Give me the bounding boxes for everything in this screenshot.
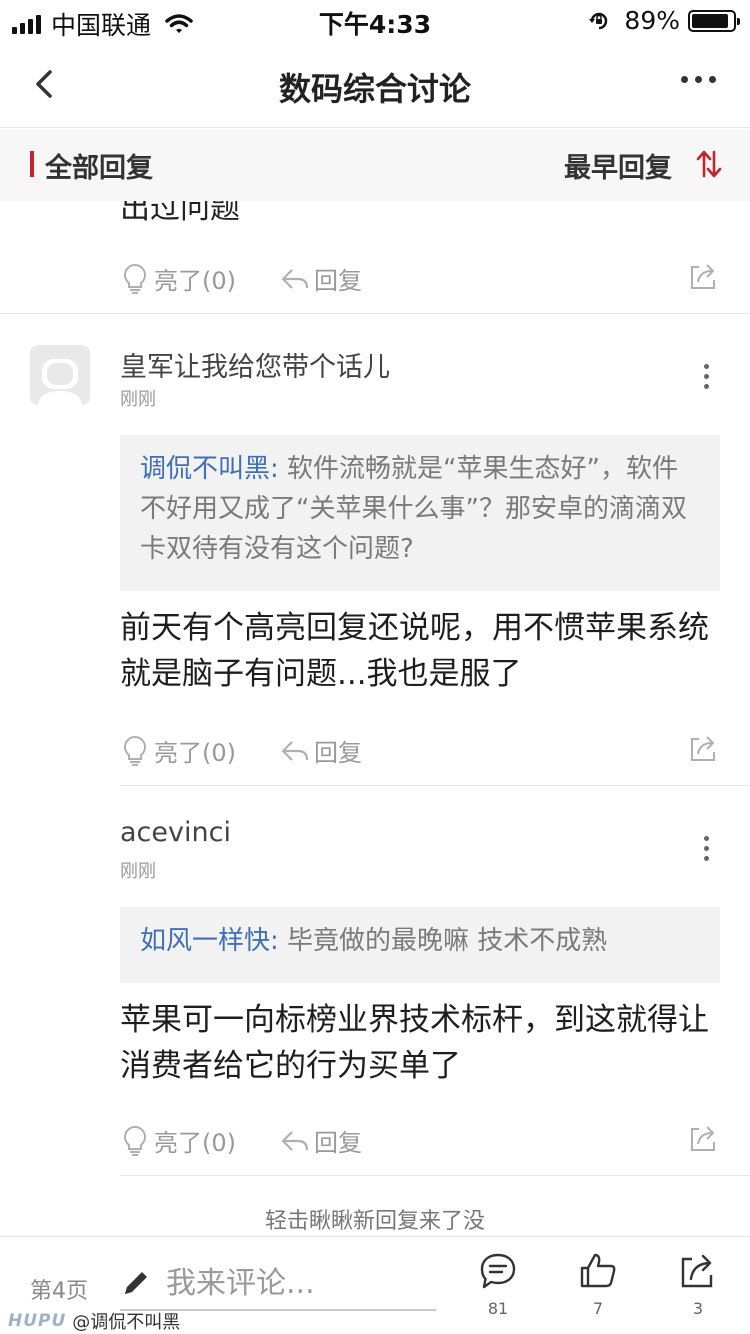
- carrier-label: 中国联通: [51, 11, 152, 40]
- battery-icon: [688, 9, 740, 32]
- post-time: 刚刚: [120, 389, 156, 410]
- reply-button[interactable]: 回复: [280, 261, 362, 296]
- post-actions: 亮了(0) 回复: [120, 733, 730, 773]
- wifi-icon: [165, 14, 193, 33]
- reply-body: 前天有个高亮回复还说呢，用不惯苹果系统就是脑子有问题...我也是服了: [120, 610, 709, 692]
- reply-button[interactable]: 回复: [280, 1123, 362, 1158]
- comment-input[interactable]: [120, 1257, 436, 1311]
- share-icon: [691, 1126, 715, 1151]
- more-vertical-icon[interactable]: [704, 364, 710, 389]
- light-button[interactable]: 亮了(0): [120, 733, 236, 768]
- thumbs-up-icon: [580, 1253, 616, 1288]
- page-title: 数码综合讨论: [278, 70, 471, 108]
- nav-bar: 数码综合讨论: [0, 40, 750, 128]
- lightbulb-icon: [124, 1125, 146, 1156]
- post-divider: [120, 785, 750, 786]
- quoted-reply[interactable]: 如风一样快: 毕竟做的最晚嘛 技术不成熟: [120, 907, 720, 983]
- username[interactable]: acevinci: [120, 817, 231, 848]
- reply-list: 出过问题 亮了(0) 回复 皇军让我给您带个话儿 刚刚 调侃不叫黑: 软件流畅就…: [0, 201, 750, 1235]
- quote-text: 毕竟做的最晚嘛 技术不成熟: [278, 926, 608, 956]
- reply-arrow-icon: [281, 268, 309, 289]
- share-icon: [691, 736, 715, 761]
- light-label: 亮了(0): [154, 267, 236, 295]
- quote-author[interactable]: 调侃不叫黑:: [140, 454, 279, 484]
- hupu-logo: HUPU: [8, 1311, 67, 1331]
- comments-count: 81: [487, 1299, 509, 1318]
- more-vertical-icon[interactable]: [704, 836, 710, 861]
- share-button[interactable]: [688, 261, 722, 291]
- lightbulb-icon: [124, 735, 146, 766]
- light-label: 亮了(0): [154, 739, 236, 767]
- reply-arrow-icon: [281, 740, 309, 761]
- share-icon: [691, 264, 715, 289]
- watermark-text: @调侃不叫黑: [72, 1312, 181, 1333]
- previous-post-actions: 亮了(0) 回复: [120, 261, 730, 301]
- status-bar: 中国联通 下午4:33 89%: [0, 0, 750, 40]
- share-count: 3: [692, 1299, 704, 1318]
- post-actions: 亮了(0) 回复: [120, 1123, 730, 1163]
- lightbulb-icon: [124, 263, 146, 294]
- username[interactable]: 皇军让我给您带个话儿: [120, 345, 390, 384]
- reply-body: 苹果可一向标榜业界技术标杆，到这就得让消费者给它的行为买单了: [120, 1002, 709, 1084]
- light-label: 亮了(0): [154, 1129, 236, 1157]
- reply-arrow-icon: [281, 1130, 309, 1151]
- reply-label: 回复: [314, 739, 362, 767]
- previous-post-text: 出过问题: [120, 201, 240, 226]
- post-divider: [0, 313, 750, 314]
- comments-button[interactable]: 81: [468, 1251, 528, 1318]
- load-new-replies-link[interactable]: 轻击瞅瞅新回复来了没: [0, 1203, 750, 1235]
- all-replies-label: 全部回复: [45, 153, 153, 184]
- light-button[interactable]: 亮了(0): [120, 261, 236, 296]
- like-button[interactable]: 7: [568, 1251, 628, 1318]
- status-right: 89%: [588, 6, 740, 35]
- quoted-reply[interactable]: 调侃不叫黑: 软件流畅就是“苹果生态好”，软件不好用又成了“关苹果什么事”？那安…: [120, 435, 720, 591]
- share-button[interactable]: [688, 733, 722, 763]
- section-accent-bar: [30, 151, 34, 177]
- watermark: HUPU @调侃不叫黑: [8, 1308, 180, 1334]
- more-horizontal-icon[interactable]: [681, 76, 716, 83]
- section-header: 全部回复 最早回复: [0, 129, 750, 201]
- post-time: 刚刚: [120, 861, 156, 882]
- share-button[interactable]: [688, 1123, 722, 1153]
- reply-label: 回复: [314, 267, 362, 295]
- signal-icon: [12, 14, 41, 34]
- reply-button[interactable]: 回复: [280, 733, 362, 768]
- light-button[interactable]: 亮了(0): [120, 1123, 236, 1158]
- reply-label: 回复: [314, 1129, 362, 1157]
- sort-toggle-icon[interactable]: [696, 149, 722, 179]
- quote-author[interactable]: 如风一样快:: [140, 926, 279, 956]
- default-user-icon: [38, 359, 82, 405]
- share-post-button[interactable]: 3: [668, 1251, 728, 1318]
- likes-count: 7: [592, 1299, 604, 1318]
- status-left: 中国联通: [12, 6, 193, 42]
- post-divider: [120, 1175, 750, 1176]
- page-indicator[interactable]: 第4页: [30, 1273, 88, 1305]
- avatar[interactable]: [30, 345, 90, 405]
- sort-earliest-button[interactable]: 最早回复: [564, 146, 672, 185]
- battery-percent: 89%: [624, 6, 680, 35]
- rotation-lock-icon: [589, 12, 608, 29]
- comment-bubble-icon: [480, 1253, 516, 1289]
- share-icon: [681, 1254, 713, 1288]
